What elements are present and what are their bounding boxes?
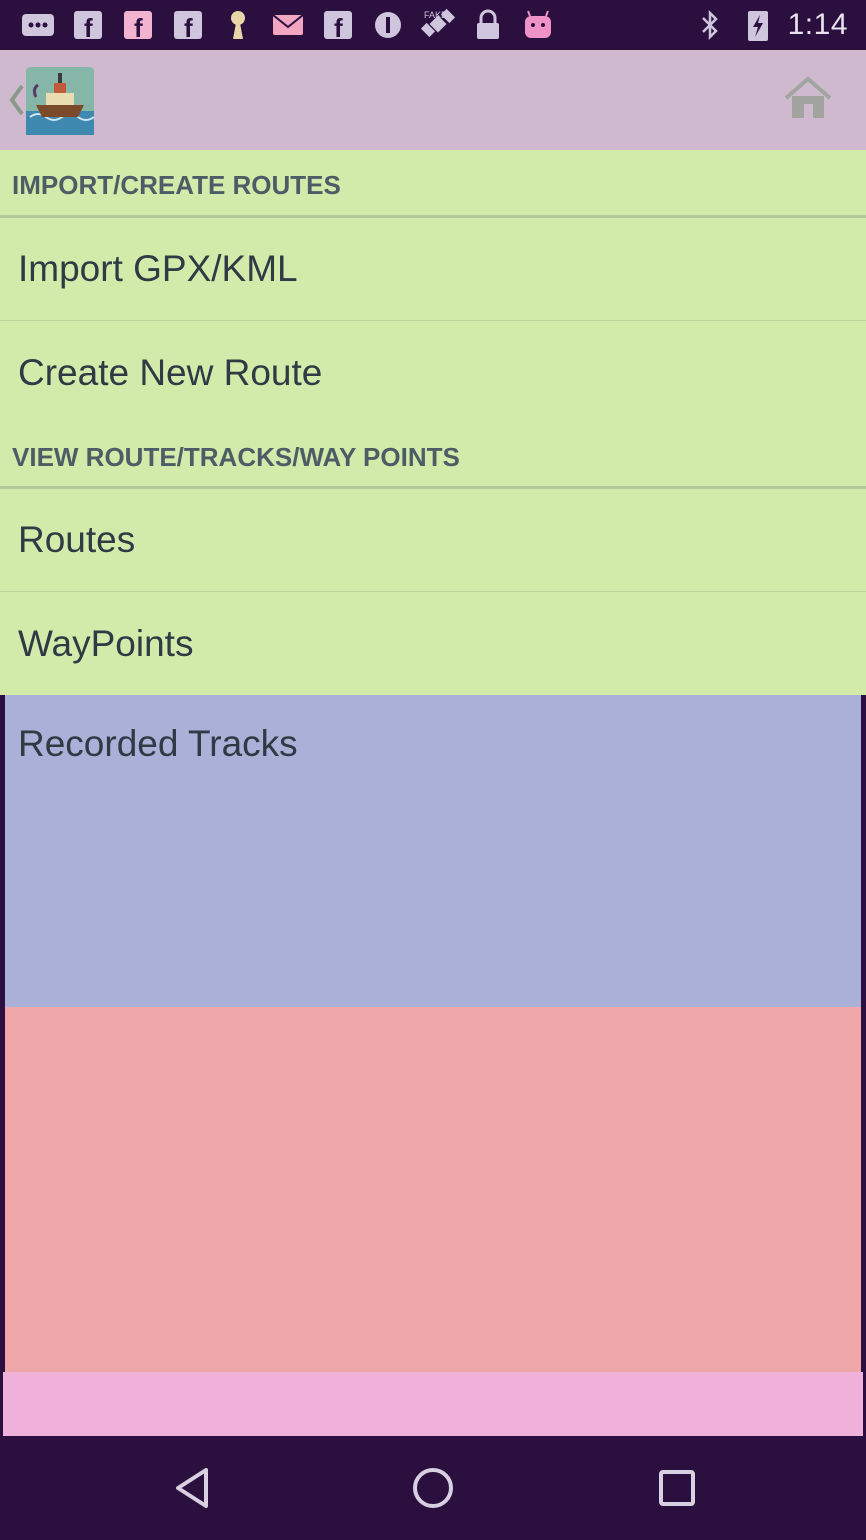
nav-home-button[interactable] [403, 1464, 463, 1516]
facebook-icon: f [120, 8, 156, 42]
recorded-tracks-label: Recorded Tracks [18, 723, 298, 764]
facebook-icon: f [170, 8, 206, 42]
system-icons: 1:14 [692, 8, 848, 42]
nav-back-button[interactable] [162, 1464, 222, 1516]
facebook-icon: f [70, 8, 106, 42]
android-icon [520, 8, 556, 42]
home-icon [782, 75, 834, 125]
facebook-icon: f [320, 8, 356, 42]
keyhole-icon [220, 8, 256, 42]
create-new-route-item[interactable]: Create New Route [0, 321, 866, 424]
import-gpx-kml-item[interactable]: Import GPX/KML [0, 218, 866, 321]
svg-text:f: f [334, 13, 343, 40]
info-circle-icon [370, 8, 406, 42]
bluetooth-icon [692, 8, 728, 42]
empty-panel [5, 1007, 861, 1372]
svg-text:f: f [84, 13, 93, 40]
mail-icon [270, 8, 306, 42]
svg-text:FAKE: FAKE [424, 10, 447, 20]
back-chevron-icon[interactable] [6, 80, 26, 125]
status-bar: f f f f FAKE 1:14 [0, 0, 866, 50]
home-button[interactable] [778, 72, 838, 128]
nav-recents-button[interactable] [647, 1464, 707, 1516]
footer-strip [3, 1372, 863, 1436]
back-triangle-icon [172, 1466, 212, 1515]
routes-item[interactable]: Routes [0, 489, 866, 592]
gps-satellite-icon: FAKE [420, 8, 456, 42]
action-bar [0, 50, 866, 150]
ship-logo[interactable] [24, 65, 96, 137]
waypoints-item[interactable]: WayPoints [0, 592, 866, 695]
section-header-view: VIEW ROUTE/TRACKS/WAY POINTS [0, 424, 866, 489]
svg-text:f: f [184, 13, 193, 40]
svg-text:f: f [134, 13, 143, 40]
lock-icon [470, 8, 506, 42]
recents-square-icon [657, 1468, 697, 1513]
navigation-bar [0, 1438, 866, 1540]
notification-icons: f f f f FAKE [20, 8, 556, 42]
charging-icon [740, 8, 776, 42]
home-circle-icon [411, 1466, 455, 1515]
clock: 1:14 [787, 8, 848, 41]
section-header-import: IMPORT/CREATE ROUTES [0, 150, 866, 218]
chat-icon [20, 8, 56, 42]
